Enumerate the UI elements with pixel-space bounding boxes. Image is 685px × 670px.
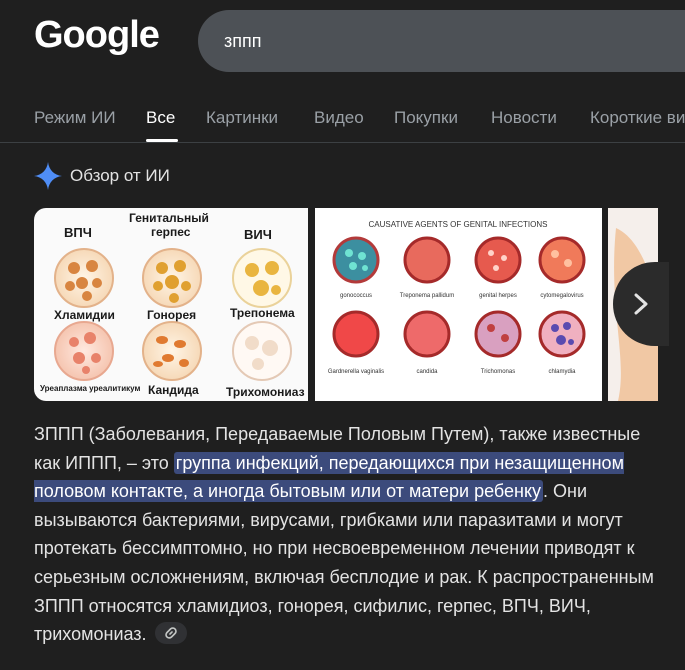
label-chlamydia-en: chlamydia [548,369,576,375]
label-gardnerella: Gardnerella vaginalis [328,369,384,375]
tab-short-videos[interactable]: Короткие ви [590,108,685,128]
chevron-right-icon [634,293,648,315]
overview-text-part2: . Они вызываются бактериями, вирусами, г… [34,481,654,645]
search-input[interactable] [222,24,666,58]
tab-videos[interactable]: Видео [314,108,364,128]
tab-news[interactable]: Новости [491,108,557,128]
tab-all[interactable]: Все [146,108,175,128]
label-candida: Кандида [148,383,199,397]
google-logo[interactable]: Google [34,14,160,57]
causative-agents-image: CAUSATIVE AGENTS OF GENITAL INFECTIONS g… [328,220,586,375]
label-hiv: ВИЧ [244,227,272,242]
ai-overview-text: ЗППП (Заболевания, Передаваемые Половым … [34,420,664,649]
ai-sparkle-icon [34,162,62,190]
label-treponema: Трепонема [230,306,295,320]
label-cytomegalovirus: cytomegalovirus [540,293,583,299]
causative-agents-title: CAUSATIVE AGENTS OF GENITAL INFECTIONS [369,220,548,229]
label-ureaplasma: Уреаплазма уреалитикум [40,384,140,393]
active-tab-indicator [146,139,178,142]
label-trichomoniasis: Трихомониаз [226,385,305,399]
ai-image-causative-agents[interactable]: CAUSATIVE AGENTS OF GENITAL INFECTIONS g… [315,208,602,401]
label-candida-en: candida [416,369,438,375]
ai-overview-title: Обзор от ИИ [70,166,170,185]
search-box[interactable] [198,10,685,72]
label-gonococcus: gonococcus [340,293,372,299]
label-gonorrhea: Гонорея [147,308,196,322]
label-treponema-pallidum: Treponema pallidum [400,293,454,299]
link-icon [164,627,177,640]
label-genital: Генитальный [129,211,209,225]
tab-images[interactable]: Картинки [206,108,278,128]
label-hpv: ВПЧ [64,225,92,240]
std-infographic-image: ВПЧ Генитальный герпес ВИЧ Хламидии Гоно… [40,211,305,399]
label-herpes: герпес [151,225,191,239]
label-genital-herpes: genital herpes [479,293,517,299]
source-link-chip[interactable] [154,622,187,645]
tab-shopping[interactable]: Покупки [394,108,458,128]
tab-ai-mode[interactable]: Режим ИИ [34,108,116,128]
label-trichomonas: Trichomonas [481,369,515,375]
search-tabs: Режим ИИ Все Картинки Видео Покупки Ново… [0,98,685,143]
ai-image-std-infographic[interactable]: ВПЧ Генитальный герпес ВИЧ Хламидии Гоно… [34,208,308,401]
label-chlamydia: Хламидии [54,308,115,322]
